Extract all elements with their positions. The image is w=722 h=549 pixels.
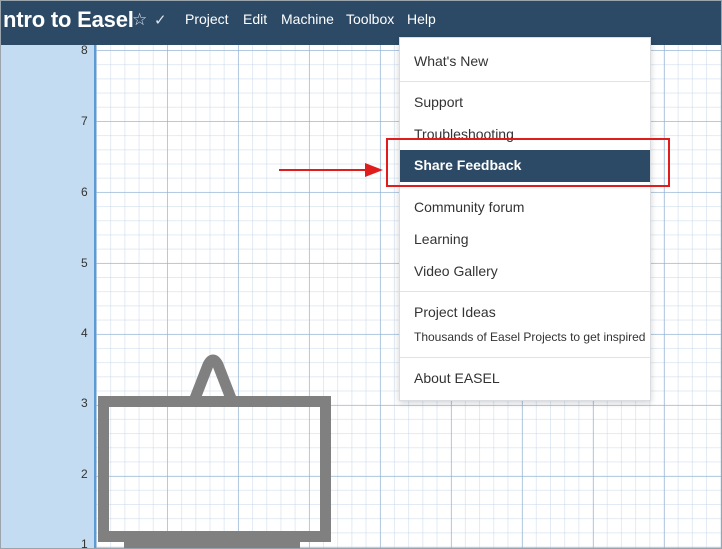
y-tick-7: 7 (81, 114, 88, 128)
menu-edit[interactable]: Edit (243, 11, 267, 27)
menu-help[interactable]: Help (407, 11, 436, 27)
menu-divider (400, 291, 650, 292)
menu-item-community-forum[interactable]: Community forum (414, 199, 524, 215)
y-tick-3: 3 (81, 396, 88, 410)
project-title[interactable]: ntro to Easel (3, 7, 134, 33)
check-icon: ✓ (154, 12, 167, 29)
y-tick-1: 1 (81, 537, 88, 549)
menu-item-about-easel[interactable]: About EASEL (414, 370, 500, 386)
menu-project[interactable]: Project (185, 11, 229, 27)
menu-toolbox[interactable]: Toolbox (346, 11, 394, 27)
project-ideas-subtitle: Thousands of Easel Projects to get inspi… (414, 330, 646, 344)
annotation-arrow-icon (279, 163, 383, 177)
y-tick-4: 4 (81, 326, 88, 340)
menu-item-project-ideas[interactable]: Project Ideas (414, 304, 496, 320)
star-icon[interactable]: ☆ (132, 10, 147, 30)
menu-divider (400, 81, 650, 82)
help-dropdown-menu: What's New Support Troubleshooting Share… (399, 37, 651, 401)
menu-item-video-gallery[interactable]: Video Gallery (414, 263, 498, 279)
design-rectangle-shape[interactable] (98, 396, 331, 542)
design-base-shape[interactable] (124, 542, 300, 548)
menu-machine[interactable]: Machine (281, 11, 334, 27)
y-tick-2: 2 (81, 467, 88, 481)
menu-item-whats-new[interactable]: What's New (414, 53, 488, 69)
y-axis-line (94, 45, 96, 548)
y-tick-6: 6 (81, 185, 88, 199)
menu-divider (400, 357, 650, 358)
menu-item-support[interactable]: Support (414, 94, 463, 110)
app-window: ntro to Easel ☆ ✓ Project Edit Machine T… (0, 0, 722, 549)
menu-item-learning[interactable]: Learning (414, 231, 469, 247)
y-tick-5: 5 (81, 256, 88, 270)
annotation-highlight-box (386, 138, 670, 187)
y-tick-8: 8 (81, 43, 88, 57)
